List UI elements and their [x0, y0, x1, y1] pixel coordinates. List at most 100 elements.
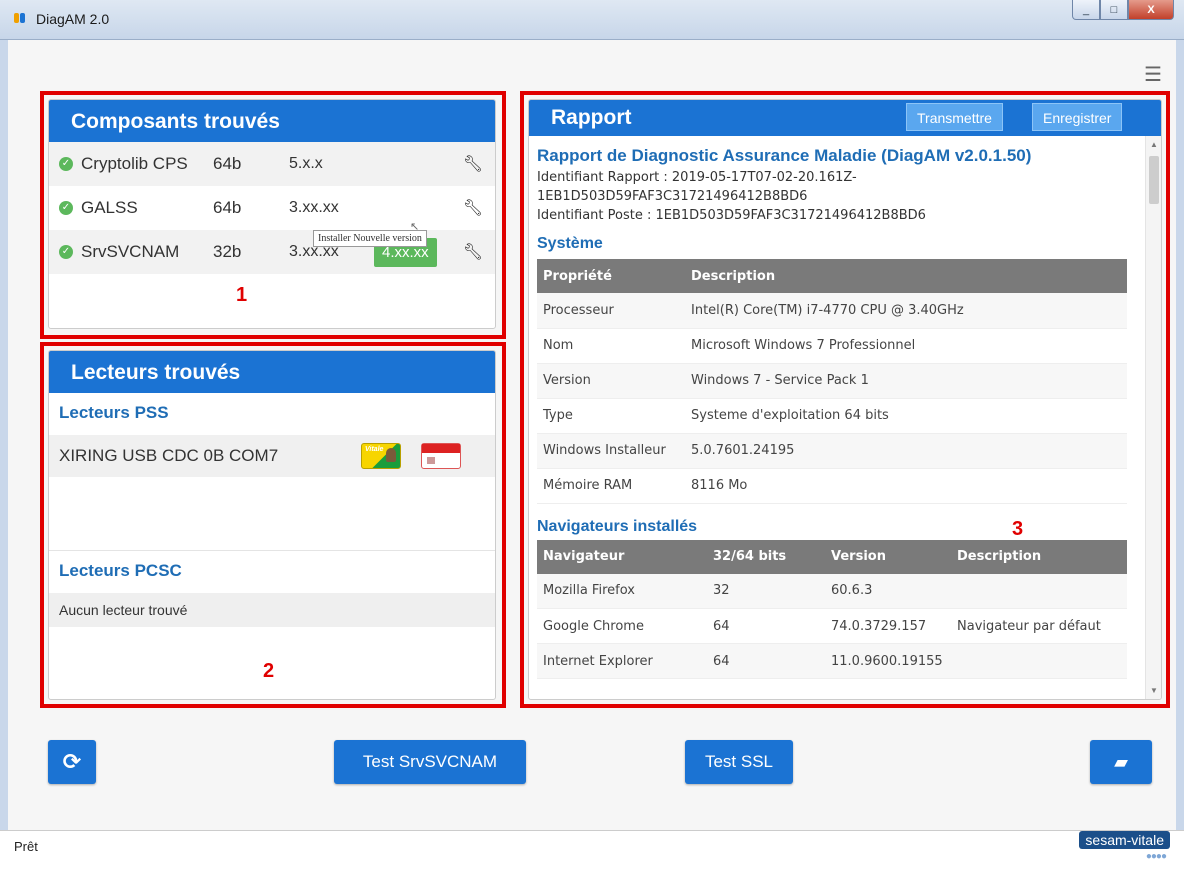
table-cell: 32	[707, 573, 825, 609]
test-ssl-button[interactable]: Test SSL	[685, 740, 793, 784]
pcsc-title: Lecteurs PCSC	[59, 561, 182, 580]
status-text: Prêt	[14, 839, 38, 854]
reader-row[interactable]: XIRING USB CDC 0B COM7 Vitale	[49, 435, 495, 477]
table-cell: 60.6.3	[825, 573, 951, 609]
sesam-vitale-logo: sesam-vitale	[1079, 831, 1170, 849]
table-cell	[951, 573, 1127, 609]
open-folder-button[interactable]: ▰	[1090, 740, 1152, 784]
column-header: Description	[685, 259, 1127, 293]
vitale-card-icon: Vitale	[361, 443, 401, 469]
component-arch: 32b	[213, 242, 242, 261]
component-name: GALSS	[81, 198, 138, 217]
table-cell: Microsoft Windows 7 Professionnel	[685, 328, 1127, 364]
component-name: SrvSVCNAM	[81, 242, 180, 261]
check-icon: ✓	[59, 201, 73, 215]
reader-name: XIRING USB CDC 0B COM7	[59, 446, 279, 465]
component-arch: 64b	[213, 198, 242, 217]
table-cell: Mémoire RAM	[537, 468, 685, 504]
table-cell: Windows Installeur	[537, 433, 685, 469]
table-row: Version Windows 7 - Service Pack 1	[537, 363, 1127, 399]
brand-dots: ●●●●	[1145, 851, 1167, 862]
component-version: 5.x.x	[289, 155, 323, 172]
id-rapport-line-1: Identifiant Rapport : 2019-05-17T07-02-2…	[537, 170, 857, 185]
rapport-panel: Rapport Transmettre Enregistrer Rapport …	[528, 99, 1162, 700]
table-cell: Google Chrome	[537, 608, 707, 644]
lecteurs-title: Lecteurs trouvés	[49, 351, 495, 393]
maximize-button[interactable]: □	[1100, 0, 1128, 20]
component-arch: 64b	[213, 154, 242, 173]
component-name: Cryptolib CPS	[81, 154, 188, 173]
table-cell: 5.0.7601.24195	[685, 433, 1127, 469]
window-controls: _ □ X	[1072, 0, 1174, 22]
table-row: Google Chrome 64 74.0.3729.157 Navigateur p…	[537, 608, 1127, 644]
table-cell: 74.0.3729.157	[825, 608, 951, 644]
status-bar: Prêt sesam-vitale ●●●●	[0, 830, 1184, 877]
systeme-title: Système	[537, 235, 603, 252]
table-cell: 11.0.9600.19155	[825, 643, 951, 679]
wrench-icon[interactable]: 🔧︎	[463, 242, 483, 262]
table-cell: Version	[537, 363, 685, 399]
label-1: 1	[236, 284, 248, 306]
transmettre-button[interactable]: Transmettre	[906, 103, 1003, 131]
wrench-icon[interactable]: 🔧︎	[463, 198, 483, 218]
navigateurs-table: Navigateur 32/64 bits Version Descriptio…	[537, 539, 1127, 679]
lecteurs-panel: Lecteurs trouvés Lecteurs PSS XIRING USB…	[48, 350, 496, 700]
rapport-scrollbar[interactable]: ▲ ▼	[1145, 136, 1161, 699]
main-content: ☰ Composants trouvés ✓ Cryptolib CPS 64b…	[0, 40, 1184, 830]
table-cell: Navigateur par défaut	[951, 608, 1127, 644]
wrench-icon[interactable]: 🔧︎	[463, 154, 483, 174]
table-cell: Internet Explorer	[537, 643, 707, 679]
test-srvsvcnam-button[interactable]: Test SrvSVCNAM	[334, 740, 526, 784]
install-tooltip: Installer Nouvelle version	[313, 230, 427, 247]
table-cell	[951, 643, 1127, 679]
scroll-up-icon[interactable]: ▲	[1150, 140, 1158, 149]
table-row: Nom Microsoft Windows 7 Professionnel	[537, 328, 1127, 364]
rapport-heading: Rapport de Diagnostic Assurance Maladie …	[537, 146, 1032, 165]
label-3: 3	[1012, 518, 1024, 540]
rapport-header: Rapport Transmettre Enregistrer	[529, 100, 1161, 136]
column-header: Propriété	[537, 259, 685, 293]
refresh-button[interactable]: ⟳	[48, 740, 96, 784]
scroll-thumb[interactable]	[1149, 156, 1159, 204]
pss-empty-space	[49, 477, 495, 551]
close-button[interactable]: X	[1128, 0, 1174, 20]
title-bar: DiagAM 2.0 _ □ X	[0, 0, 1184, 40]
composants-title: Composants trouvés	[49, 100, 495, 142]
table-cell: 64	[707, 643, 825, 679]
pss-title: Lecteurs PSS	[59, 403, 169, 422]
table-row: Type Systeme d'exploitation 64 bits	[537, 398, 1127, 434]
column-header: Navigateur	[537, 539, 707, 574]
table-row: Mémoire RAM 8116 Mo	[537, 468, 1127, 504]
component-row: ✓ Cryptolib CPS 64b 5.x.x 🔧︎	[49, 142, 495, 186]
scroll-down-icon[interactable]: ▼	[1150, 686, 1158, 695]
table-cell: Mozilla Firefox	[537, 573, 707, 609]
column-header: Version	[825, 539, 951, 574]
table-row: Processeur Intel(R) Core(TM) i7-4770 CPU …	[537, 293, 1127, 329]
table-cell: 8116 Mo	[685, 468, 1127, 504]
minimize-button[interactable]: _	[1072, 0, 1100, 20]
component-row: ✓ SrvSVCNAM 32b 3.xx.xx 4.xx.xx 🔧︎	[49, 230, 495, 274]
composants-panel: Composants trouvés ✓ Cryptolib CPS 64b 5…	[48, 99, 496, 329]
pcsc-empty-message: Aucun lecteur trouvé	[49, 593, 495, 627]
table-cell: Windows 7 - Service Pack 1	[685, 363, 1127, 399]
table-cell: 64	[707, 608, 825, 644]
table-cell: Processeur	[537, 293, 685, 329]
rapport-title: Rapport	[551, 106, 632, 129]
check-icon: ✓	[59, 157, 73, 171]
window-title: DiagAM 2.0	[36, 11, 110, 27]
id-poste-line: Identifiant Poste : 1EB1D503D59FAF3C3172…	[537, 208, 926, 223]
enregistrer-button[interactable]: Enregistrer	[1032, 103, 1123, 131]
table-cell: Type	[537, 398, 685, 434]
table-cell: Systeme d'exploitation 64 bits	[685, 398, 1127, 434]
table-cell: Nom	[537, 328, 685, 364]
table-row: Mozilla Firefox 32 60.6.3	[537, 573, 1127, 609]
check-icon: ✓	[59, 245, 73, 259]
menu-icon[interactable]: ☰	[1144, 62, 1162, 87]
rapport-body: Rapport de Diagnostic Assurance Maladie …	[529, 136, 1145, 699]
navigateurs-title: Navigateurs installés	[537, 517, 698, 535]
component-version: 3.xx.xx	[289, 199, 339, 216]
column-header: Description	[951, 539, 1127, 574]
cps-card-icon	[421, 443, 461, 469]
label-2: 2	[263, 660, 275, 682]
table-row: Internet Explorer 64 11.0.9600.19155	[537, 643, 1127, 679]
